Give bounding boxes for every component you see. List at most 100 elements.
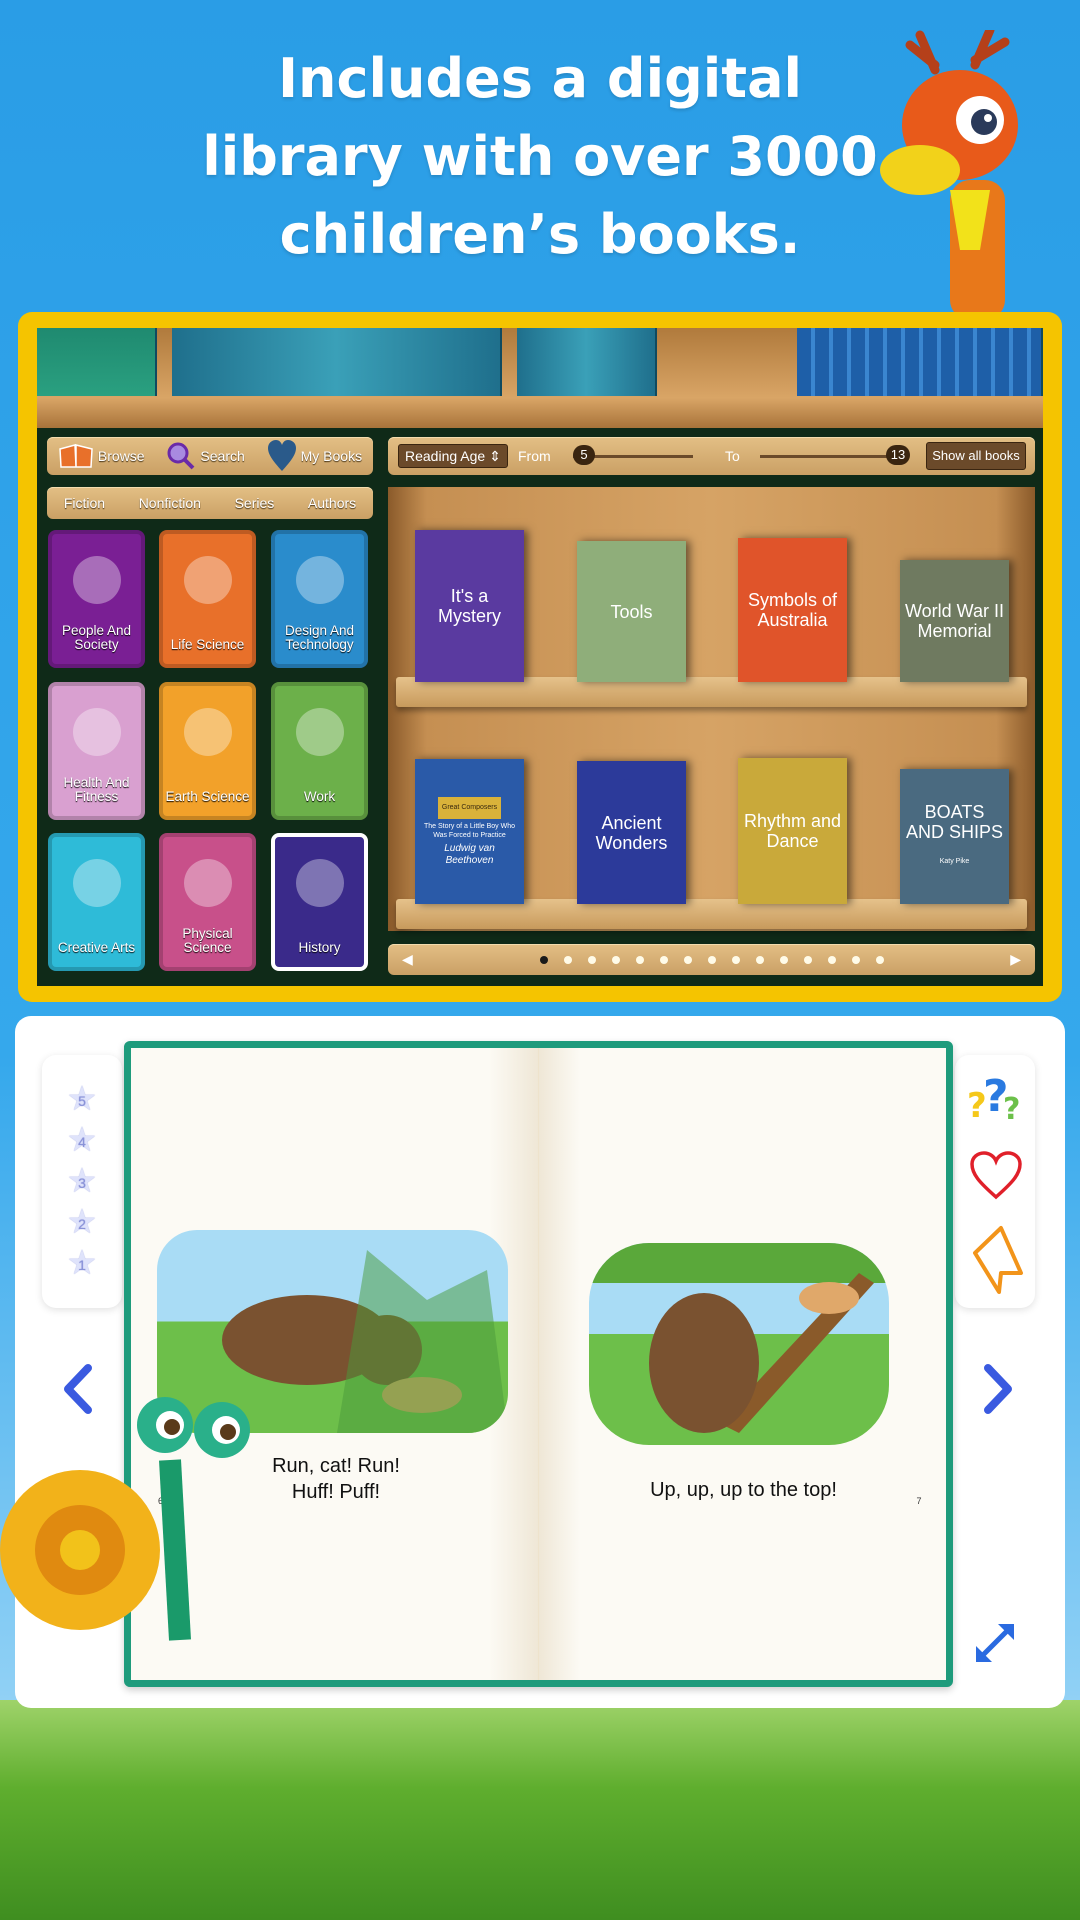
rating-star[interactable]: ★ 2 xyxy=(42,1202,122,1243)
category-label: Design And Technology xyxy=(284,623,355,652)
category-icon xyxy=(184,556,232,604)
open-book-icon xyxy=(59,444,93,468)
rating-star[interactable]: ★ 1 xyxy=(42,1243,122,1284)
book-cover[interactable]: Ancient Wonders xyxy=(577,761,686,904)
fullscreen-expand-icon[interactable] xyxy=(972,1620,1018,1666)
illustration-dog-at-tree xyxy=(588,1243,889,1445)
tab-nonfiction[interactable]: Nonfiction xyxy=(139,495,201,511)
book-subtitle: The Story of a Little Boy Who Was Forced… xyxy=(423,822,516,839)
book-title: It's a Mystery xyxy=(438,586,501,626)
book-cover[interactable]: Tools xyxy=(577,541,686,682)
book-cover[interactable]: It's a Mystery xyxy=(415,530,524,682)
page-dot[interactable] xyxy=(707,955,716,964)
page-dot[interactable] xyxy=(755,955,764,964)
page-dot[interactable] xyxy=(611,955,620,964)
category-icon xyxy=(73,859,121,907)
tools-panel: ??? xyxy=(955,1055,1035,1308)
headline-line-3: children’s books. xyxy=(279,203,801,266)
page-dot[interactable] xyxy=(539,955,548,964)
category-tile[interactable]: Creative Arts xyxy=(48,833,145,971)
book-series: Great Composers xyxy=(437,796,502,819)
book-title: World War II Memorial xyxy=(904,601,1004,641)
snail-mascot-icon xyxy=(0,1397,250,1641)
book-cover[interactable]: Rhythm and Dance xyxy=(738,758,847,904)
from-label: From xyxy=(518,448,551,464)
rating-star[interactable]: ★ 3 xyxy=(42,1161,122,1202)
prev-page-arrow-icon[interactable]: ◀ xyxy=(402,951,413,968)
category-tile[interactable]: Design And Technology xyxy=(271,530,368,668)
top-bookshelf xyxy=(37,328,1043,428)
category-label: Life Science xyxy=(170,637,245,652)
rating-star[interactable]: ★ 4 xyxy=(42,1120,122,1161)
to-slider-track[interactable] xyxy=(760,455,890,458)
bookmark-icon[interactable] xyxy=(971,1225,1025,1295)
to-label: To xyxy=(725,448,740,464)
rating-star-number: 2 xyxy=(78,1216,86,1232)
category-tile[interactable]: Health And Fitness xyxy=(48,682,145,820)
page-dot[interactable] xyxy=(659,955,668,964)
book-title: Tools xyxy=(610,601,653,622)
nav-my-books[interactable]: My Books xyxy=(267,440,362,472)
right-page-caption: Up, up, up to the top! xyxy=(650,1479,837,1501)
reading-age-select[interactable]: Reading Age ⇕ xyxy=(398,444,508,468)
book-title: Ancient Wonders xyxy=(595,812,668,853)
tab-authors[interactable]: Authors xyxy=(308,495,356,511)
category-label: History xyxy=(298,940,341,955)
book-cover[interactable]: World War II Memorial xyxy=(900,560,1009,682)
next-page-chevron-icon[interactable] xyxy=(980,1362,1016,1416)
heart-icon xyxy=(267,440,296,471)
tab-series[interactable]: Series xyxy=(235,495,275,511)
category-tile[interactable]: History xyxy=(271,833,368,971)
page-dot[interactable] xyxy=(587,955,596,964)
category-icon xyxy=(296,708,344,756)
page-dot[interactable] xyxy=(683,955,692,964)
nav-search-label: Search xyxy=(200,448,245,464)
page-dot[interactable] xyxy=(803,955,812,964)
rating-star-number: 3 xyxy=(78,1175,86,1191)
page-dot[interactable] xyxy=(563,955,572,964)
headline-line-2: library with over 3000 xyxy=(202,125,878,188)
to-slider-handle[interactable]: 13 xyxy=(886,445,910,465)
category-tile[interactable]: Work xyxy=(271,682,368,820)
nav-search[interactable]: Search xyxy=(166,441,245,471)
show-all-books-button[interactable]: Show all books xyxy=(926,442,1026,470)
page-dot[interactable] xyxy=(731,955,740,964)
svg-text:?: ? xyxy=(1003,1092,1020,1127)
page-dot[interactable] xyxy=(779,955,788,964)
book-title: Symbols of Australia xyxy=(747,590,838,630)
category-tile[interactable]: People And Society xyxy=(48,530,145,668)
rating-star-number: 4 xyxy=(78,1134,86,1150)
page-dot[interactable] xyxy=(635,955,644,964)
book-title: Ludwig van Beethoven xyxy=(444,842,495,866)
book-cover[interactable]: BOATS AND SHIPS Katy Pike xyxy=(900,769,1009,904)
rating-star[interactable]: ★ 5 xyxy=(42,1079,122,1120)
page-dot[interactable] xyxy=(827,955,836,964)
category-tile[interactable]: Physical Science xyxy=(159,833,256,971)
book-title: Rhythm and Dance xyxy=(743,811,842,851)
right-page[interactable]: Up, up, up to the top! 7 xyxy=(538,1048,946,1680)
page-dot[interactable] xyxy=(851,955,860,964)
page-dot[interactable] xyxy=(875,955,884,964)
giraffe-mascot-icon xyxy=(880,30,1018,320)
reading-age-toolbar: Reading Age ⇕ From 5 To 13 Show all book… xyxy=(388,437,1035,475)
book-cover[interactable]: Great Composers The Story of a Little Boy… xyxy=(415,759,524,904)
rating-star-number: 5 xyxy=(78,1093,86,1109)
tab-fiction[interactable]: Fiction xyxy=(64,495,105,511)
book-cover[interactable]: Symbols of Australia xyxy=(738,538,847,682)
nav-browse[interactable]: Browse xyxy=(58,443,145,469)
meadow-background xyxy=(0,1700,1080,1920)
question-icon[interactable]: ??? xyxy=(963,1069,1027,1127)
category-tile[interactable]: Earth Science xyxy=(159,682,256,820)
next-page-arrow-icon[interactable]: ▶ xyxy=(1010,951,1021,968)
rating-panel: ★ 5 ★ 4 ★ 3 ★ 2 ★ 1 xyxy=(42,1055,122,1308)
category-tile[interactable]: Life Science xyxy=(159,530,256,668)
library-nav: Browse Search My Books xyxy=(47,437,373,475)
category-icon xyxy=(73,556,121,604)
category-label: Health And Fitness xyxy=(63,775,130,804)
from-slider-handle[interactable]: 5 xyxy=(573,445,595,465)
heart-icon[interactable] xyxy=(969,1150,1023,1200)
category-icon xyxy=(184,708,232,756)
headline: Includes a digital library with over 300… xyxy=(150,40,930,274)
reading-age-label: Reading Age xyxy=(405,448,486,464)
book-title: BOATS AND SHIPS xyxy=(905,801,1004,842)
